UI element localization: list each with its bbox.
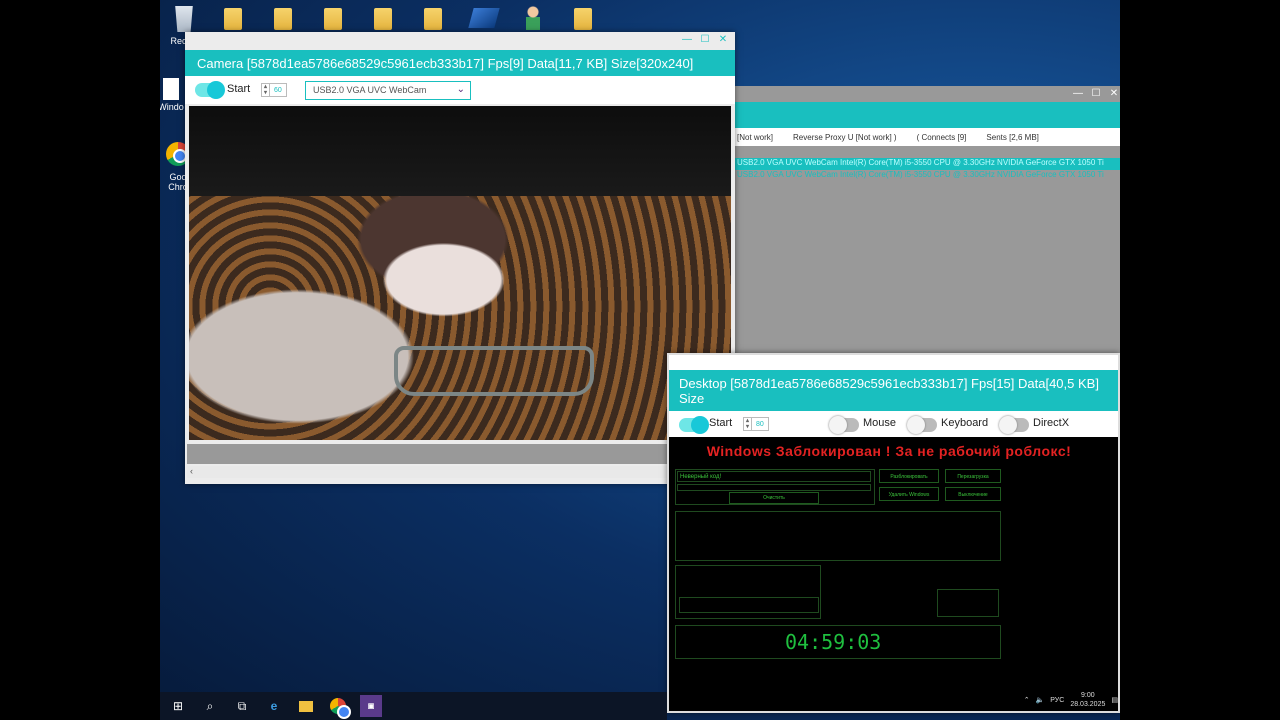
edge-icon[interactable]: e xyxy=(264,696,284,716)
chevron-down-icon: ⌄ xyxy=(456,84,465,95)
maximize-icon[interactable]: ☐ xyxy=(699,34,711,50)
status-reverse-proxy: Reverse Proxy U [Not work] ) xyxy=(793,133,897,142)
minimize-icon[interactable]: — xyxy=(681,34,693,50)
author-panel xyxy=(937,589,999,617)
window-controls: — ☐ ✕ xyxy=(681,34,729,50)
locker-headline: Windows Заблокирован ! За не рабочий роб… xyxy=(706,443,1072,459)
proxy-window: — ☐ ✕ [Not work] Reverse Proxy U [Not wo… xyxy=(735,86,1120,371)
taskbar: ⊞ ⌕ ⧉ e ▣ xyxy=(160,692,667,720)
reboot-button[interactable]: Перезагрузка xyxy=(945,469,1001,483)
scroll-left-icon[interactable]: ‹ xyxy=(190,466,193,476)
proxy-title-bar xyxy=(735,102,1120,128)
code-input[interactable]: Неверный код! xyxy=(677,471,871,482)
desktop-icon-folder[interactable] xyxy=(263,8,303,30)
desktop-title: Desktop [5878d1ea5786e68529c5961ecb333b1… xyxy=(669,370,1118,411)
directx-toggle[interactable] xyxy=(999,416,1029,434)
desktop-screen: Recycl Windo Goo Chro — ☐ ✕ [Not work] R… xyxy=(160,0,1120,720)
status-not-work: [Not work] xyxy=(737,133,774,142)
tray-time: 9:00 xyxy=(1081,692,1095,699)
tray-clock[interactable]: 9:00 28.03.2025 xyxy=(1070,691,1105,709)
folder-icon xyxy=(424,8,442,30)
digit-keypad[interactable] xyxy=(677,484,871,491)
tray-date: 28.03.2025 xyxy=(1070,701,1106,708)
desktop-icon-folder[interactable] xyxy=(413,8,453,30)
camera-title: Camera [5878d1ea5786e68529c5961ecb333b17… xyxy=(185,50,735,76)
remote-screen[interactable]: Windows Заблокирован ! За не рабочий роб… xyxy=(669,437,1118,711)
camera-start-label: Start xyxy=(227,83,251,95)
search-icon[interactable]: ⌕ xyxy=(200,696,220,716)
mouse-toggle[interactable] xyxy=(829,416,859,434)
status-sents: Sents [2,6 MB] xyxy=(986,133,1039,142)
volume-icon[interactable]: 🔈 xyxy=(1036,696,1045,704)
desktop-icon-folder[interactable] xyxy=(313,8,353,30)
code-input-value: Неверный код! xyxy=(680,474,722,480)
stepper-arrows-icon[interactable]: ▴ ▾ xyxy=(744,418,752,430)
camera-quality-stepper[interactable]: ▴ ▾ 60 xyxy=(261,83,287,97)
countdown-timer: 04:59:03 xyxy=(785,630,882,654)
folder-icon xyxy=(274,8,292,30)
folder-icon xyxy=(224,8,242,30)
rat-client-icon[interactable]: ▣ xyxy=(360,695,382,717)
feed-ceiling xyxy=(189,106,731,196)
chrome-icon[interactable] xyxy=(328,696,351,719)
desktop-start-toggle[interactable] xyxy=(679,416,709,434)
tray-chevron-icon[interactable]: ⌃ xyxy=(1024,696,1030,704)
desktop-quality-stepper[interactable]: ▴ ▾ 80 xyxy=(743,417,769,431)
desktop-toolbar: Start ▴ ▾ 80 Mouse Keyboard DirectX xyxy=(669,411,1118,437)
app-icon xyxy=(468,8,500,28)
chrome-glyph xyxy=(330,698,351,719)
camera-status-strip xyxy=(187,444,733,464)
tray-language[interactable]: РУС xyxy=(1050,697,1064,704)
desktop-icon-person[interactable] xyxy=(513,6,553,30)
feed-glasses xyxy=(394,346,594,396)
camera-toolbar: Start ▴ ▾ 60 USB2.0 VGA UVC WebCam ⌄ xyxy=(185,76,735,104)
folder-icon xyxy=(324,8,342,30)
message-panel xyxy=(675,511,1001,561)
stepper-value: 60 xyxy=(274,86,282,94)
keyboard-label: Keyboard xyxy=(941,417,989,429)
proxy-status-header: [Not work] Reverse Proxy U [Not work] ) … xyxy=(735,128,1120,146)
explorer-icon[interactable] xyxy=(296,696,316,716)
stepper-value: 80 xyxy=(756,420,764,428)
notifications-icon[interactable]: ▤ xyxy=(1111,696,1118,704)
directx-label: DirectX xyxy=(1033,417,1070,429)
close-icon[interactable]: ✕ xyxy=(717,34,729,50)
shutdown-button[interactable]: Выключение xyxy=(945,487,1001,501)
horizontal-scrollbar[interactable]: ‹ xyxy=(187,466,733,478)
mouse-label: Mouse xyxy=(863,417,897,429)
shortcut-icon xyxy=(163,78,179,100)
desktop-icon-folder[interactable] xyxy=(563,8,603,30)
desktop-icon-app[interactable] xyxy=(464,8,504,28)
camera-window: — ☐ ✕ Camera [5878d1ea5786e68529c5961ecb… xyxy=(185,32,735,484)
stepper-arrows-icon[interactable]: ▴ ▾ xyxy=(262,84,270,96)
list-item[interactable]: USB2.0 VGA UVC WebCam Intel(R) Core(TM) … xyxy=(735,170,1120,182)
windows-start-icon[interactable]: ⊞ xyxy=(168,696,188,716)
desktop-icon-label: Windo xyxy=(160,102,184,112)
desktop-icon-folder[interactable] xyxy=(213,8,253,30)
task-view-icon[interactable]: ⧉ xyxy=(232,696,252,716)
list-item[interactable]: USB2.0 VGA UVC WebCam Intel(R) Core(TM) … xyxy=(735,158,1120,170)
webcam-feed xyxy=(189,106,731,440)
delete-windows-button[interactable]: Удалить Windows xyxy=(879,487,939,501)
keyboard-toggle[interactable] xyxy=(907,416,937,434)
remote-desktop-window: Desktop [5878d1ea5786e68529c5961ecb333b1… xyxy=(667,353,1120,713)
list-item[interactable] xyxy=(735,146,1120,158)
desktop-icon-windows[interactable]: Windo xyxy=(160,78,184,112)
camera-start-toggle[interactable] xyxy=(195,81,225,99)
system-tray: ⌃ 🔈 РУС 9:00 28.03.2025 ▤ xyxy=(1024,691,1118,709)
desktop-start-label: Start xyxy=(709,417,733,429)
desktop-icon-folder[interactable] xyxy=(363,8,403,30)
selected-device: USB2.0 VGA UVC WebCam xyxy=(313,85,427,95)
recycle-bin-icon xyxy=(175,6,193,32)
clear-button[interactable]: Очистить xyxy=(729,492,819,504)
folder-icon xyxy=(574,8,592,30)
status-connects: ( Connects [9] xyxy=(916,133,967,142)
camera-device-select[interactable]: USB2.0 VGA UVC WebCam ⌄ xyxy=(305,81,471,100)
info-time-box xyxy=(679,597,819,613)
unlock-button[interactable]: Разблокировать xyxy=(879,469,939,483)
person-icon xyxy=(526,6,540,30)
folder-icon xyxy=(374,8,392,30)
